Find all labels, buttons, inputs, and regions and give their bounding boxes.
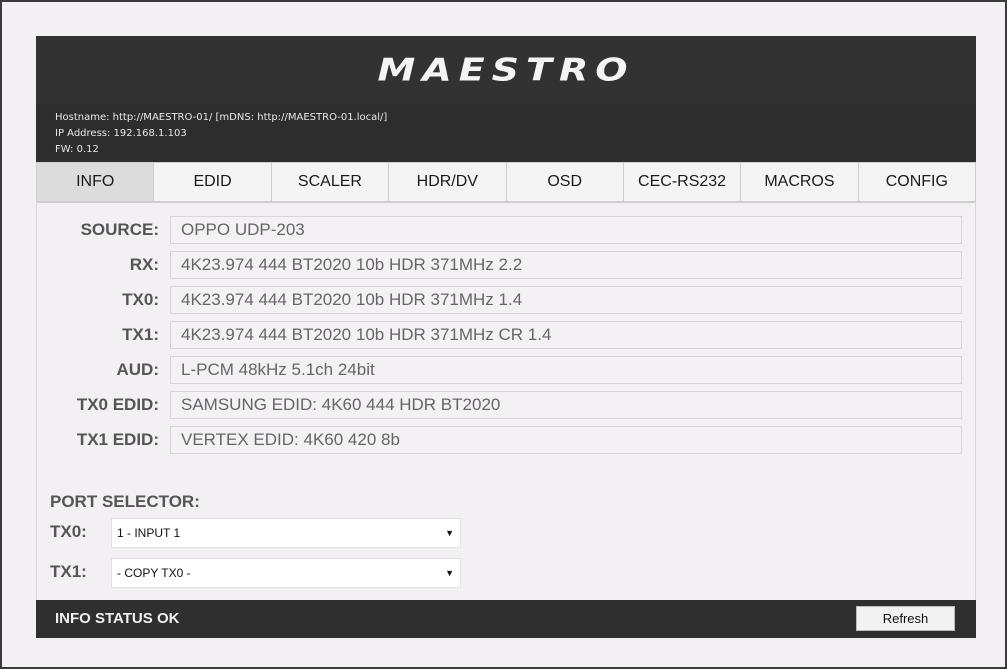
device-info: Hostname: http://MAESTRO-01/ [mDNS: http… xyxy=(55,110,387,158)
info-row-aud: AUD: L-PCM 48kHz 5.1ch 24bit xyxy=(37,354,975,389)
tab-osd[interactable]: OSD xyxy=(505,162,623,202)
info-row-tx1: TX1: 4K23.974 444 BT2020 10b HDR 371MHz … xyxy=(37,319,975,354)
status-text: INFO STATUS OK xyxy=(55,610,180,627)
row-value: 4K23.974 444 BT2020 10b HDR 371MHz CR 1.… xyxy=(170,321,962,349)
hostname-line: Hostname: http://MAESTRO-01/ [mDNS: http… xyxy=(55,112,388,123)
port-label-tx1: TX1: xyxy=(50,562,87,581)
status-bar: INFO STATUS OK Refresh xyxy=(36,600,976,638)
dropdown-arrow-icon: ▼ xyxy=(445,528,454,538)
info-row-tx0-edid: TX0 EDID: SAMSUNG EDID: 4K60 444 HDR BT2… xyxy=(37,389,975,424)
tab-cec-rs232[interactable]: CEC-RS232 xyxy=(622,162,741,202)
refresh-button[interactable]: Refresh xyxy=(856,606,955,631)
row-label: TX0: xyxy=(122,290,159,309)
tab-config[interactable]: CONFIG xyxy=(857,162,976,202)
row-label: TX0 EDID: xyxy=(76,395,159,414)
tab-info[interactable]: INFO xyxy=(36,162,154,202)
firmware-line: FW: 0.12 xyxy=(55,144,99,155)
tab-macros[interactable]: MACROS xyxy=(740,162,858,202)
tx1-selected-value: - COPY TX0 - xyxy=(117,566,191,580)
tab-hdr-dv[interactable]: HDR/DV xyxy=(388,162,506,202)
info-table: SOURCE: OPPO UDP-203 RX: 4K23.974 444 BT… xyxy=(37,214,975,459)
tab-edid[interactable]: EDID xyxy=(153,162,271,202)
tx0-selected-value: 1 - INPUT 1 xyxy=(117,526,181,540)
header: MAESTRO Hostname: http://MAESTRO-01/ [mD… xyxy=(36,36,976,162)
tab-bar: INFO EDID SCALER HDR/DV OSD CEC-RS232 MA… xyxy=(36,162,976,203)
row-label: TX1 EDID: xyxy=(76,430,159,449)
logo-band: MAESTRO xyxy=(36,36,976,104)
app-container: MAESTRO Hostname: http://MAESTRO-01/ [mD… xyxy=(36,36,976,638)
row-value: SAMSUNG EDID: 4K60 444 HDR BT2020 xyxy=(170,391,962,419)
tab-scaler[interactable]: SCALER xyxy=(270,162,389,202)
tx0-port-select[interactable]: 1 - INPUT 1 ▼ xyxy=(111,518,461,548)
dropdown-arrow-icon: ▼ xyxy=(445,568,454,578)
ip-address-line: IP Address: 192.168.1.103 xyxy=(55,128,187,139)
row-label: TX1: xyxy=(122,325,159,344)
window-frame: MAESTRO Hostname: http://MAESTRO-01/ [mD… xyxy=(0,0,1007,669)
row-value: 4K23.974 444 BT2020 10b HDR 371MHz 2.2 xyxy=(170,251,962,279)
row-value: VERTEX EDID: 4K60 420 8b xyxy=(170,426,962,454)
info-row-source: SOURCE: OPPO UDP-203 xyxy=(37,214,975,249)
info-row-tx0: TX0: 4K23.974 444 BT2020 10b HDR 371MHz … xyxy=(37,284,975,319)
row-label: SOURCE: xyxy=(80,220,159,239)
row-label: RX: xyxy=(129,255,159,274)
row-value: 4K23.974 444 BT2020 10b HDR 371MHz 1.4 xyxy=(170,286,962,314)
maestro-logo: MAESTRO xyxy=(377,51,635,89)
tx1-port-select[interactable]: - COPY TX0 - ▼ xyxy=(111,558,461,588)
row-value: OPPO UDP-203 xyxy=(170,216,962,244)
port-label-tx0: TX0: xyxy=(50,522,87,541)
info-row-rx: RX: 4K23.974 444 BT2020 10b HDR 371MHz 2… xyxy=(37,249,975,284)
row-label: AUD: xyxy=(116,360,160,379)
info-panel: SOURCE: OPPO UDP-203 RX: 4K23.974 444 BT… xyxy=(36,202,976,600)
port-selector-title: PORT SELECTOR: xyxy=(50,492,200,511)
info-row-tx1-edid: TX1 EDID: VERTEX EDID: 4K60 420 8b xyxy=(37,424,975,459)
row-value: L-PCM 48kHz 5.1ch 24bit xyxy=(170,356,962,384)
